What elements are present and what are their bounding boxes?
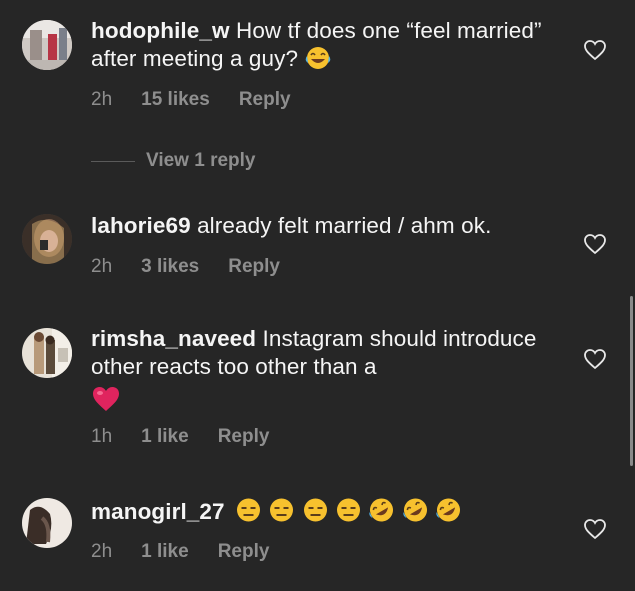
- comment-text-block: hodophile_w How tf does one “feel marrie…: [91, 17, 561, 77]
- comment-time: 2h: [91, 541, 113, 562]
- comment-username[interactable]: lahorie69: [91, 213, 191, 238]
- comment-likes[interactable]: 15 likes: [141, 89, 210, 111]
- comment-text: already felt married / ahm ok.: [197, 213, 492, 238]
- comment-username[interactable]: rimsha_naveed: [91, 326, 256, 351]
- avatar-photo: [22, 498, 72, 548]
- avatar[interactable]: [22, 498, 72, 548]
- rolling-on-floor-laughing-icon: [402, 497, 429, 530]
- heart-outline-icon[interactable]: [583, 348, 607, 370]
- reply-button[interactable]: Reply: [239, 89, 291, 111]
- heart-outline-icon[interactable]: [583, 233, 607, 255]
- avatar[interactable]: [22, 214, 72, 264]
- expressionless-face-icon: [302, 497, 329, 530]
- avatar-photo: [22, 20, 72, 70]
- comment-username[interactable]: manogirl_27: [91, 499, 225, 524]
- avatar-photo: [22, 214, 72, 264]
- comments-screen: hodophile_w How tf does one “feel marrie…: [0, 0, 635, 591]
- avatar[interactable]: [22, 328, 72, 378]
- divider-line: [91, 160, 135, 162]
- comment-username[interactable]: hodophile_w: [91, 18, 230, 43]
- heart-outline-icon[interactable]: [583, 518, 607, 540]
- comment-text-block: manogirl_27: [91, 497, 561, 530]
- comment-time: 1h: [91, 426, 113, 447]
- comment-likes[interactable]: 3 likes: [141, 256, 199, 278]
- heart-outline-icon[interactable]: [583, 39, 607, 61]
- comment-time: 2h: [91, 256, 113, 277]
- view-replies-label: View 1 reply: [146, 150, 256, 171]
- avatar-photo: [22, 328, 72, 378]
- reply-button[interactable]: Reply: [218, 426, 270, 448]
- scrollbar[interactable]: [630, 296, 633, 466]
- expressionless-face-icon: [268, 497, 295, 530]
- comment-text-block: rimsha_naveed Instagram should introduce…: [91, 325, 561, 420]
- avatar[interactable]: [22, 20, 72, 70]
- expressionless-face-icon: [235, 497, 262, 530]
- face-with-tears-of-joy-icon: [305, 46, 331, 77]
- rolling-on-floor-laughing-icon: [368, 497, 395, 530]
- comment-likes[interactable]: 1 like: [141, 541, 189, 563]
- reply-button[interactable]: Reply: [228, 256, 280, 278]
- view-replies-button[interactable]: View 1 reply: [91, 150, 256, 172]
- comment-text-block: lahorie69 already felt married / ahm ok.: [91, 212, 561, 240]
- reply-button[interactable]: Reply: [218, 541, 270, 563]
- rolling-on-floor-laughing-icon: [435, 497, 462, 530]
- red-heart-icon: [91, 385, 121, 420]
- comment-emoji-row: [235, 498, 462, 524]
- comment-time: 2h: [91, 89, 113, 110]
- comment-likes[interactable]: 1 like: [141, 426, 189, 448]
- expressionless-face-icon: [335, 497, 362, 530]
